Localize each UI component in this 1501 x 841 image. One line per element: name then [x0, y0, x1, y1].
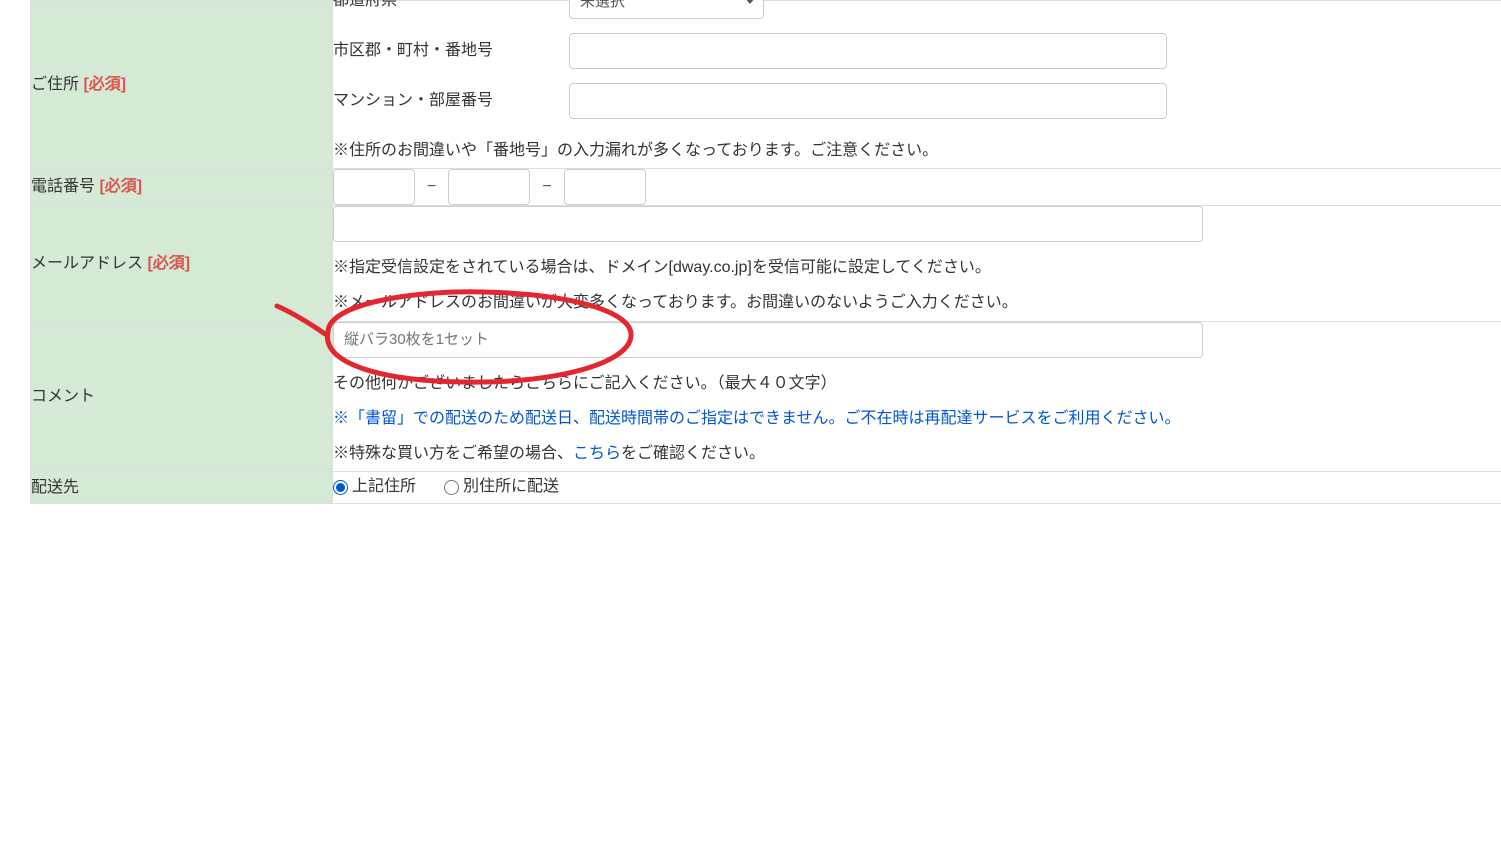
building-label: マンション・部屋番号 [333, 86, 569, 116]
delivery-radio-same-label[interactable]: 上記住所 [333, 472, 416, 502]
email-required: [必須] [147, 255, 190, 272]
comment-note-3: ※特殊な買い方をご希望の場合、こちらをご確認ください。 [333, 436, 1501, 471]
comment-input[interactable] [333, 322, 1203, 358]
special-order-link[interactable]: こちら [573, 445, 621, 462]
email-content-cell: ※指定受信設定をされている場合は、ドメイン[dway.co.jp]を受信可能に設… [333, 206, 1501, 321]
phone-input-1[interactable] [333, 169, 415, 205]
delivery-radio-other-text: 別住所に配送 [463, 472, 559, 502]
comment-note-3-prefix: ※特殊な買い方をご希望の場合、 [333, 445, 573, 462]
comment-note-1: その他何かございましたらこちらにご記入ください。（最大４０文字） [333, 366, 1501, 401]
delivery-content-cell: 上記住所 別住所に配送 [333, 472, 1501, 503]
delivery-radio-same[interactable] [333, 480, 348, 495]
phone-content-cell: − − [333, 169, 1501, 206]
email-label: メールアドレス [31, 255, 143, 272]
comment-note-2-prefix: ※「書留」での配送のため配送日、配送時間帯のご指定はできません。ご不在時は [333, 410, 925, 427]
building-input[interactable] [569, 83, 1167, 119]
phone-label-cell: 電話番号 [必須] [31, 169, 333, 206]
address-label: ご住所 [31, 76, 79, 93]
redelivery-link[interactable]: 再配達サービス [925, 410, 1037, 427]
prefecture-label: 都道府県 [333, 0, 569, 16]
prefecture-select[interactable]: 未選択 [569, 0, 764, 19]
comment-label: コメント [31, 388, 95, 405]
phone-required: [必須] [99, 178, 142, 195]
delivery-radio-other[interactable] [444, 480, 459, 495]
email-label-cell: メールアドレス [必須] [31, 206, 333, 321]
phone-input-3[interactable] [564, 169, 646, 205]
city-label: 市区郡・町村・番地号 [333, 36, 569, 66]
comment-note-2-suffix: をご利用ください。 [1037, 410, 1181, 427]
email-note-1: ※指定受信設定をされている場合は、ドメイン[dway.co.jp]を受信可能に設… [333, 250, 1501, 285]
email-note-2: ※メールアドレスのお間違いが大変多くなっております。お間違いのないようご入力くだ… [333, 285, 1501, 320]
address-label-cell: ご住所 [必須] [31, 1, 333, 169]
delivery-radio-other-label[interactable]: 別住所に配送 [444, 472, 559, 502]
delivery-radio-same-text: 上記住所 [352, 472, 416, 502]
email-input[interactable] [333, 206, 1203, 242]
phone-input-2[interactable] [448, 169, 530, 205]
address-content-cell: 都道府県 未選択 市区郡・町村・番地号 マンション・部屋番号 ※住所のお間違いや… [333, 1, 1501, 169]
comment-note-3-suffix: をご確認ください。 [621, 445, 765, 462]
phone-dash-1: − [427, 172, 436, 202]
delivery-label: 配送先 [31, 479, 79, 496]
city-input[interactable] [569, 33, 1167, 69]
comment-content-cell: その他何かございましたらこちらにご記入ください。（最大４０文字） ※「書留」での… [333, 321, 1501, 472]
phone-dash-2: − [542, 172, 551, 202]
phone-label: 電話番号 [31, 178, 95, 195]
comment-label-cell: コメント [31, 321, 333, 472]
address-required: [必須] [83, 76, 126, 93]
comment-note-2: ※「書留」での配送のため配送日、配送時間帯のご指定はできません。ご不在時は再配達… [333, 401, 1501, 436]
address-note: ※住所のお間違いや「番地号」の入力漏れが多くなっております。ご注意ください。 [333, 133, 1501, 168]
delivery-label-cell: 配送先 [31, 472, 333, 503]
